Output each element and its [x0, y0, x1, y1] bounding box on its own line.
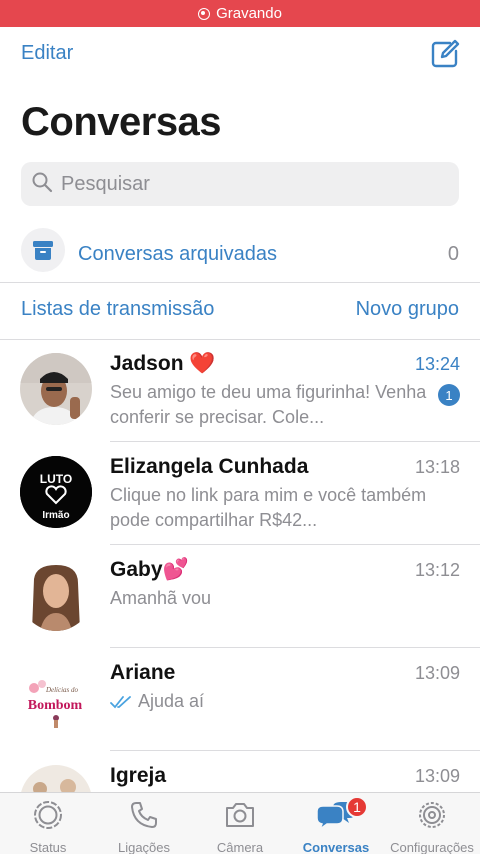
search-bar[interactable] [21, 162, 459, 206]
tab-label: Conversas [302, 840, 370, 854]
avatar: Delícias do Bombom [20, 662, 92, 734]
edit-button[interactable]: Editar [21, 42, 73, 65]
tab-status[interactable]: Status [0, 793, 96, 854]
chat-name: Ariane [110, 661, 176, 684]
tab-calls[interactable]: Ligações [96, 793, 192, 854]
archived-label: Conversas arquivadas [78, 243, 277, 265]
read-receipt-icon [110, 691, 132, 716]
tab-label: Configurações [390, 840, 474, 854]
avatar-text-irmao: Irmão [42, 510, 69, 521]
avatar [20, 765, 92, 792]
tab-bar: Status Ligações Câmera 1 Conversas Confi… [0, 792, 480, 854]
search-icon [31, 171, 53, 198]
chat-time: 13:09 [414, 663, 460, 683]
divider [0, 282, 480, 283]
avatar-text-luto: LUTO [40, 472, 72, 486]
list-actions: Listas de transmissão Novo grupo [0, 298, 480, 326]
chat-preview-text: Ajuda aí [138, 691, 205, 711]
chat-row-igreja[interactable]: Igreja 13:09 [0, 752, 480, 792]
chat-preview: Amanhã vou [110, 588, 212, 608]
chat-time: 13:12 [414, 560, 460, 580]
chat-preview: Seu amigo te deu uma figurinha! Venha co… [110, 382, 427, 427]
top-navigation: Editar [0, 27, 480, 83]
chat-name: Jadson ❤️ [110, 352, 216, 375]
page-title: Conversas [21, 100, 222, 144]
unread-badge: 1 [438, 384, 460, 406]
divider [110, 441, 480, 442]
chat-time: 13:18 [414, 457, 460, 477]
avatar: LUTO Irmão [20, 456, 92, 528]
avatar-text-small: Delícias do [45, 686, 79, 694]
search-input[interactable] [61, 172, 441, 196]
record-icon [198, 7, 211, 20]
new-group-link[interactable]: Novo grupo [356, 298, 459, 321]
tab-label: Ligações [117, 840, 171, 854]
camera-icon [223, 799, 257, 836]
status-icon [32, 799, 64, 836]
chat-row-gaby[interactable]: Gaby💕 13:12 Amanhã vou [0, 546, 480, 649]
divider [110, 544, 480, 545]
tab-camera[interactable]: Câmera [192, 793, 288, 854]
chat-preview: Ajuda aí [110, 689, 430, 716]
chat-time: 13:09 [414, 766, 460, 786]
avatar [20, 353, 92, 425]
avatar-text-bombom: Bombom [28, 698, 83, 713]
archived-count: 0 [447, 243, 459, 265]
chats-unread-badge: 1 [346, 796, 368, 818]
chat-row-ariane[interactable]: Delícias do Bombom Ariane 13:09 Ajuda aí [0, 649, 480, 752]
tab-label: Status [29, 840, 67, 854]
archive-icon [21, 228, 65, 272]
tab-settings[interactable]: Configurações [384, 793, 480, 854]
chat-name: Igreja [110, 764, 167, 787]
gear-icon [416, 799, 448, 836]
divider [110, 750, 480, 751]
divider [110, 647, 480, 648]
tab-chats[interactable]: 1 Conversas [288, 793, 384, 854]
tab-label: Câmera [216, 840, 264, 854]
broadcast-lists-link[interactable]: Listas de transmissão [21, 298, 214, 321]
chat-name: Elizangela Cunhada [110, 455, 309, 478]
recording-status-bar: Gravando [0, 0, 480, 27]
chat-preview: Clique no link para mim e você também po… [110, 485, 427, 530]
compose-icon[interactable] [430, 39, 460, 69]
recording-label: Gravando [216, 5, 282, 22]
chat-row-jadson[interactable]: Jadson ❤️ 13:24 Seu amigo te deu uma fig… [0, 340, 480, 443]
chat-name: Gaby💕 [110, 558, 189, 581]
chat-time: 13:24 [414, 354, 460, 374]
chat-row-elizangela[interactable]: LUTO Irmão Elizangela Cunhada 13:18 Cliq… [0, 443, 480, 546]
archived-chats-row[interactable]: Conversas arquivadas 0 [0, 228, 480, 282]
phone-icon [128, 799, 160, 836]
avatar [20, 559, 92, 631]
